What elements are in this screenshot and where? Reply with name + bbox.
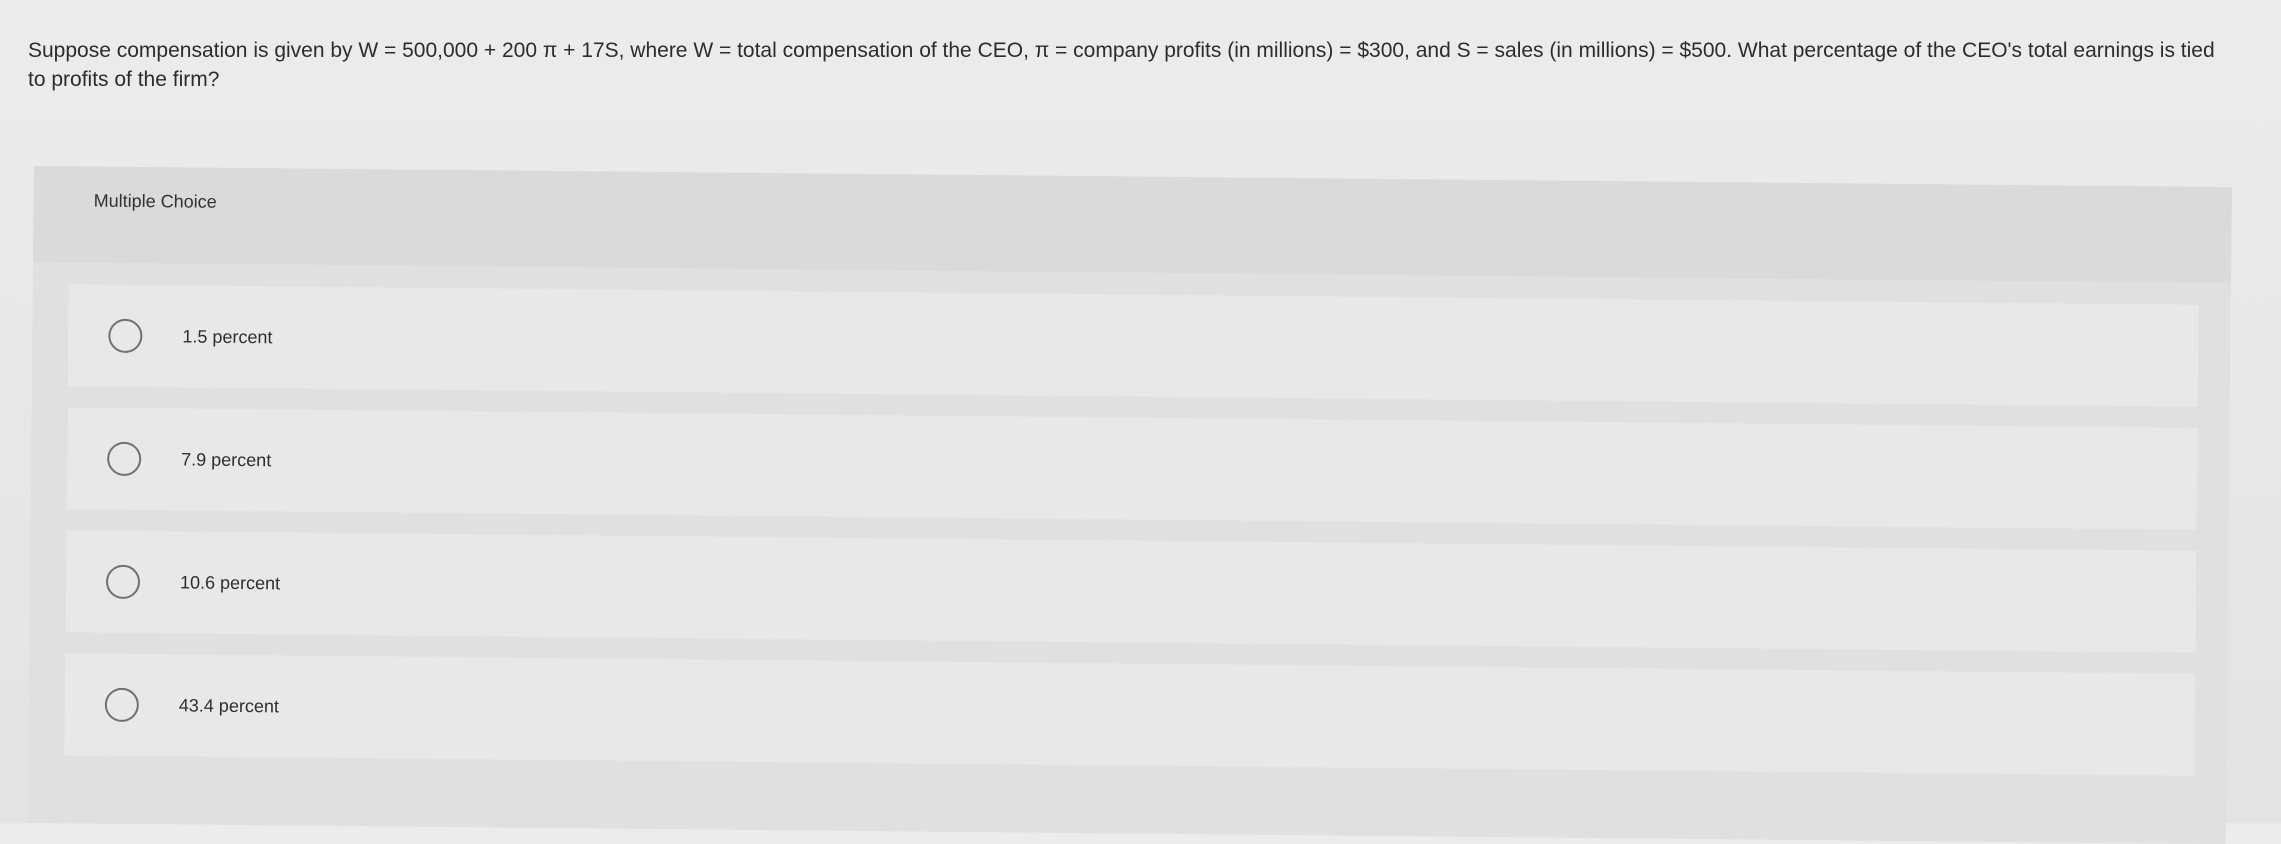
answer-option-4[interactable]: 43.4 percent xyxy=(64,653,2196,776)
radio-button-icon[interactable] xyxy=(108,318,143,354)
multiple-choice-label: Multiple Choice xyxy=(93,190,217,212)
answer-option-label: 1.5 percent xyxy=(182,325,273,347)
answer-options-list: 1.5 percent 7.9 percent 10.6 percent 43.… xyxy=(64,284,2199,796)
radio-button-icon[interactable] xyxy=(105,564,141,600)
answer-option-label: 10.6 percent xyxy=(179,571,281,593)
question-text: Suppose compensation is given by W = 500… xyxy=(28,39,2215,91)
answer-option-label: 7.9 percent xyxy=(181,448,272,470)
answer-option-2[interactable]: 7.9 percent xyxy=(66,407,2198,530)
radio-button-icon[interactable] xyxy=(104,687,139,723)
answer-option-1[interactable]: 1.5 percent xyxy=(67,284,2199,407)
answer-option-3[interactable]: 10.6 percent xyxy=(65,530,2197,653)
radio-button-icon[interactable] xyxy=(107,441,142,477)
answer-option-label: 43.4 percent xyxy=(178,694,280,716)
multiple-choice-header: Multiple Choice xyxy=(33,166,2232,284)
multiple-choice-panel: Multiple Choice 1.5 percent 7.9 percent … xyxy=(27,166,2232,844)
